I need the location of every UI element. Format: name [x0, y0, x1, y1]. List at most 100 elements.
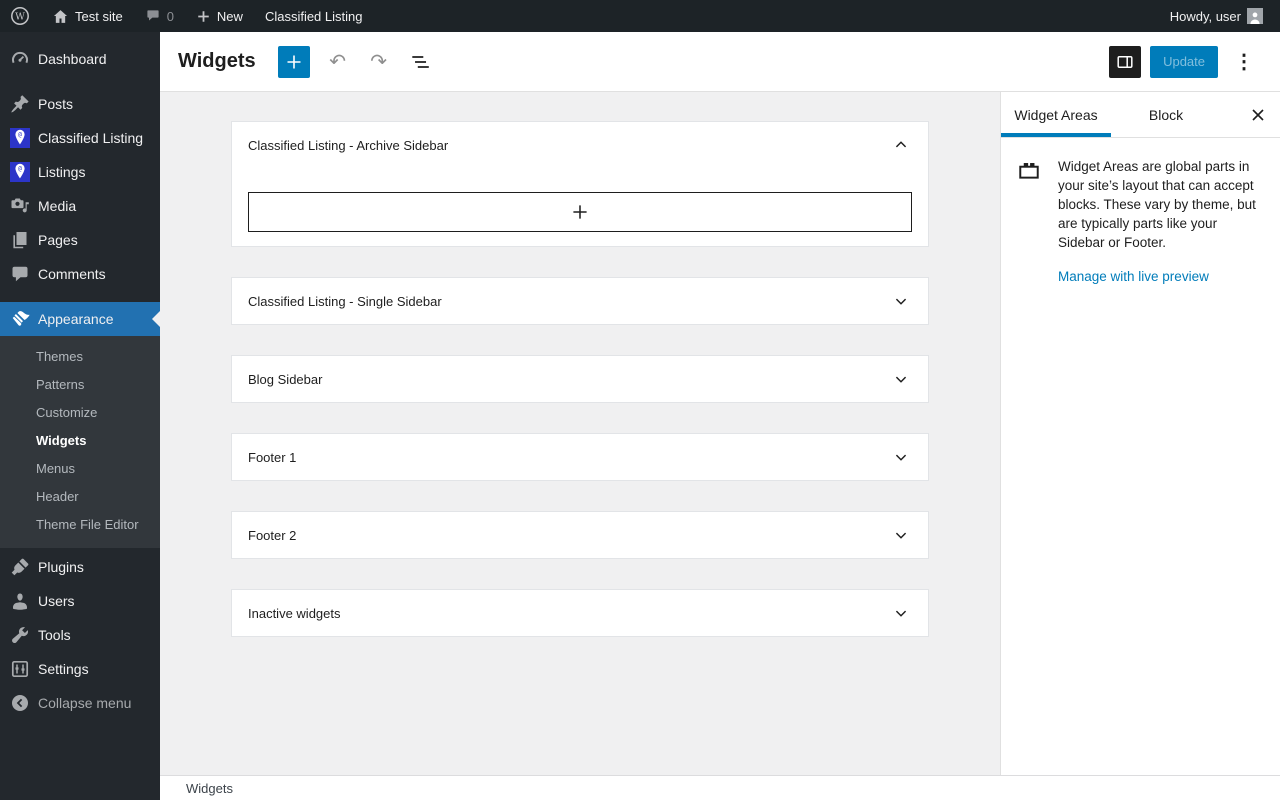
panel-header[interactable]: Footer 1	[232, 434, 928, 480]
wrench-icon	[10, 625, 30, 645]
manage-link-row: Manage with live preview	[1001, 252, 1280, 286]
options-menu-button[interactable]: ⋮	[1232, 50, 1256, 74]
manage-with-live-preview-link[interactable]: Manage with live preview	[1058, 269, 1209, 284]
avatar	[1247, 8, 1263, 24]
tab-widget-areas[interactable]: Widget Areas	[1001, 92, 1111, 137]
plus-icon	[196, 9, 211, 24]
submenu-item-customize[interactable]: Customize	[0, 399, 160, 427]
collapse-menu-label: Collapse menu	[38, 695, 131, 711]
block-appender-button[interactable]	[248, 192, 912, 232]
sidebar-item-label: Users	[38, 593, 75, 609]
sidebar-item-label: Dashboard	[38, 51, 107, 67]
sidebar-item-tools[interactable]: Tools	[0, 618, 160, 652]
wordpress-logo-icon: W	[10, 6, 30, 26]
new-content-menu[interactable]: New	[185, 0, 254, 32]
breadcrumb: Widgets	[186, 781, 233, 796]
submenu-item-menus[interactable]: Menus	[0, 455, 160, 483]
panel-header[interactable]: Classified Listing - Archive Sidebar	[232, 122, 928, 168]
sidebar-item-label: Settings	[38, 661, 89, 677]
sidebar-item-label: Media	[38, 198, 76, 214]
widget-area-panel-footer-1: Footer 1	[231, 433, 929, 481]
panel-body	[232, 168, 928, 246]
widget-area-panel-archive-sidebar: Classified Listing - Archive Sidebar	[231, 121, 929, 247]
panel-title: Blog Sidebar	[248, 372, 322, 387]
admin-sidebar-menu: Dashboard Posts @ Classified Listing @ L…	[0, 32, 160, 800]
panel-header[interactable]: Classified Listing - Single Sidebar	[232, 278, 928, 324]
howdy-label: Howdy, user	[1170, 9, 1241, 24]
chevron-down-icon	[890, 446, 912, 468]
sidebar-item-label: Pages	[38, 232, 78, 248]
panel-header[interactable]: Footer 2	[232, 512, 928, 558]
block-inserter-button[interactable]	[278, 46, 310, 78]
sidebar-item-label: Classified Listing	[38, 130, 143, 146]
block-appender-plus-icon	[569, 201, 591, 223]
sidebar-item-dashboard[interactable]: Dashboard	[0, 42, 160, 76]
close-icon	[1251, 108, 1265, 122]
submenu-item-theme-file-editor[interactable]: Theme File Editor	[0, 511, 160, 539]
classified-listing-toolbar-label: Classified Listing	[265, 9, 363, 24]
widget-area-panel-blog-sidebar: Blog Sidebar	[231, 355, 929, 403]
drawer-right-icon	[1115, 52, 1135, 72]
panel-title: Inactive widgets	[248, 606, 341, 621]
panel-header[interactable]: Inactive widgets	[232, 590, 928, 636]
new-label: New	[217, 9, 243, 24]
sidebar-item-users[interactable]: Users	[0, 584, 160, 618]
redo-icon: ↷	[370, 52, 387, 72]
sidebar-item-label: Tools	[38, 627, 71, 643]
chevron-down-icon	[890, 602, 912, 624]
account-menu[interactable]: Howdy, user	[1159, 0, 1274, 32]
comments-menu[interactable]: 0	[134, 0, 185, 32]
sidebar-item-pages[interactable]: Pages	[0, 223, 160, 257]
sidebar-item-label: Appearance	[38, 311, 114, 327]
sliders-icon	[10, 659, 30, 679]
appearance-submenu: Themes Patterns Customize Widgets Menus …	[0, 336, 160, 548]
submenu-item-header[interactable]: Header	[0, 483, 160, 511]
sidebar-item-listings[interactable]: @ Listings	[0, 155, 160, 189]
site-name-label: Test site	[75, 9, 123, 24]
widget-area-panel-inactive-widgets: Inactive widgets	[231, 589, 929, 637]
list-view-button[interactable]	[407, 49, 433, 75]
sidebar-item-plugins[interactable]: Plugins	[0, 550, 160, 584]
tab-label: Block	[1149, 107, 1183, 123]
sidebar-item-settings[interactable]: Settings	[0, 652, 160, 686]
tab-block[interactable]: Block	[1111, 92, 1221, 137]
wordpress-menu-button[interactable]: W	[0, 0, 41, 32]
widget-brick-icon	[1017, 157, 1041, 252]
admin-bar-right: Howdy, user	[1159, 0, 1280, 32]
widget-area-panel-footer-2: Footer 2	[231, 511, 929, 559]
redo-button[interactable]: ↷	[366, 49, 392, 75]
sidebar-item-classified-listing[interactable]: @ Classified Listing	[0, 121, 160, 155]
comment-bubble-icon	[145, 8, 161, 24]
sidebar-item-appearance[interactable]: Appearance	[0, 302, 160, 336]
paintbrush-icon	[10, 309, 30, 329]
collapse-arrow-icon	[10, 693, 30, 713]
sidebar-item-label: Posts	[38, 96, 73, 112]
panel-header[interactable]: Blog Sidebar	[232, 356, 928, 402]
undo-button[interactable]: ↶	[325, 49, 351, 75]
submenu-item-widgets[interactable]: Widgets	[0, 427, 160, 455]
panel-title: Footer 1	[248, 450, 296, 465]
dashboard-icon	[10, 49, 30, 69]
svg-text:@: @	[18, 166, 22, 173]
site-name-menu[interactable]: Test site	[41, 0, 134, 32]
sidebar-item-comments[interactable]: Comments	[0, 257, 160, 291]
media-icon	[10, 196, 30, 216]
classified-listing-toolbar-menu[interactable]: Classified Listing	[254, 0, 374, 32]
panel-title: Footer 2	[248, 528, 296, 543]
sidebar-item-media[interactable]: Media	[0, 189, 160, 223]
sidebar-item-posts[interactable]: Posts	[0, 87, 160, 121]
active-tab-underline	[1001, 133, 1111, 137]
submenu-item-themes[interactable]: Themes	[0, 343, 160, 371]
settings-sidebar-toggle-button[interactable]	[1109, 46, 1141, 78]
submenu-item-patterns[interactable]: Patterns	[0, 371, 160, 399]
classified-listing-icon: @	[10, 128, 30, 148]
close-sidebar-button[interactable]	[1236, 92, 1280, 137]
user-icon	[10, 591, 30, 611]
editor-header-right: Update ⋮	[1109, 46, 1256, 78]
editor-header: Widgets ↶ ↷ Update ⋮	[160, 32, 1280, 92]
kebab-icon: ⋮	[1234, 49, 1254, 74]
collapse-menu-button[interactable]: Collapse menu	[0, 686, 160, 720]
page-title: Widgets	[178, 50, 256, 73]
update-button[interactable]: Update	[1150, 46, 1218, 78]
sidebar-item-label: Comments	[38, 266, 106, 282]
